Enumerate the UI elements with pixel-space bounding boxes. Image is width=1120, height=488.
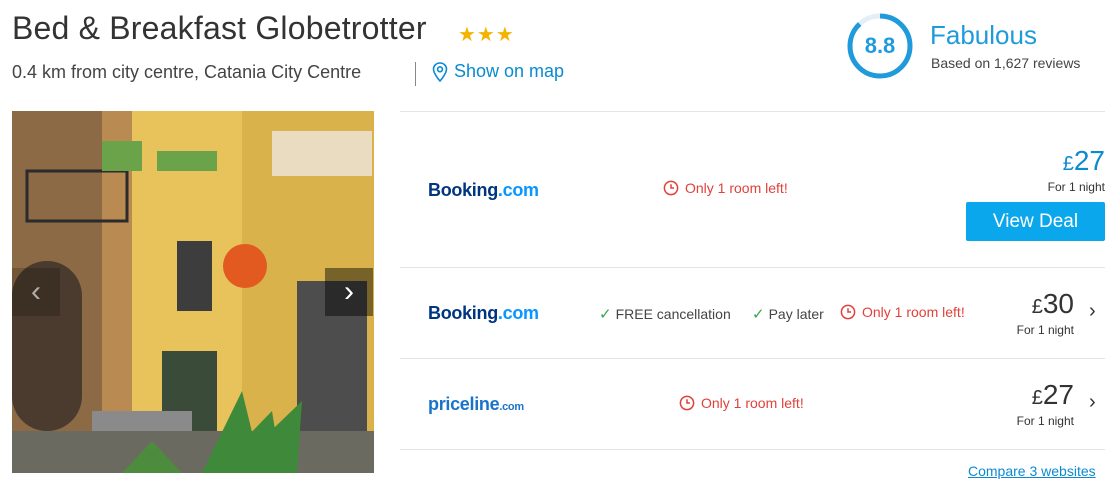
view-deal-button[interactable]: View Deal xyxy=(966,202,1105,241)
hotel-photo[interactable] xyxy=(12,111,374,473)
urgency-notice: Only 1 room left! xyxy=(679,395,804,411)
chevron-left-icon: ‹ xyxy=(31,275,41,308)
booking-com-logo[interactable]: Booking.com xyxy=(428,303,539,324)
rating-label: Fabulous xyxy=(930,20,1037,50)
review-score: 8.8 xyxy=(864,33,896,58)
chevron-right-icon[interactable]: › xyxy=(1089,391,1096,414)
star-rating-icon: ★★★ xyxy=(458,24,515,46)
pay-later-feature: ✓ Pay later xyxy=(752,306,824,323)
divider xyxy=(400,267,1105,268)
check-icon: ✓ xyxy=(599,306,612,323)
map-pin-icon xyxy=(432,61,448,82)
clock-icon xyxy=(679,395,695,411)
hotel-name: Bed & Breakfast Globetrotter xyxy=(12,10,427,46)
booking-com-logo[interactable]: Booking.com xyxy=(428,180,539,201)
gallery-prev-button[interactable]: ‹ xyxy=(12,268,60,316)
chevron-right-icon: › xyxy=(344,275,354,308)
clock-icon xyxy=(840,304,856,320)
show-on-map-label: Show on map xyxy=(454,61,565,81)
chevron-right-icon[interactable]: › xyxy=(1089,300,1096,323)
gallery-next-button[interactable]: › xyxy=(325,268,373,316)
urgency-notice: Only 1 room left! xyxy=(840,304,965,320)
show-on-map-link[interactable]: Show on map xyxy=(432,61,564,82)
compare-websites-link[interactable]: Compare 3 websites xyxy=(968,463,1096,479)
deal-price: £27 xyxy=(1031,379,1074,410)
price-per-night: For 1 night xyxy=(1016,323,1074,337)
deal-price: £27 xyxy=(1062,145,1105,176)
hotel-location: 0.4 km from city centre, Catania City Ce… xyxy=(12,62,362,82)
deal-price: £30 xyxy=(1031,288,1074,319)
free-cancellation-feature: ✓ FREE cancellation xyxy=(599,306,731,323)
divider xyxy=(400,111,1105,112)
check-icon: ✓ xyxy=(752,306,765,323)
divider xyxy=(400,358,1105,359)
separator xyxy=(415,62,416,86)
urgency-notice: Only 1 room left! xyxy=(663,180,788,196)
review-count[interactable]: Based on 1,627 reviews xyxy=(931,55,1080,71)
price-per-night: For 1 night xyxy=(1016,414,1074,428)
divider xyxy=(400,449,1105,450)
hotel-photo-image xyxy=(12,111,374,473)
priceline-com-logo[interactable]: priceline.com xyxy=(428,394,524,415)
clock-icon xyxy=(663,180,679,196)
price-per-night: For 1 night xyxy=(1047,180,1105,194)
